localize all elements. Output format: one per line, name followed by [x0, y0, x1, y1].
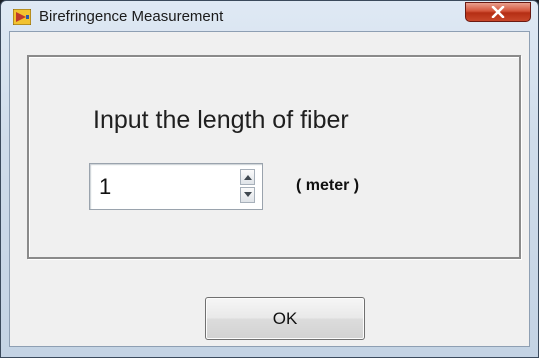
spin-down-icon: [244, 192, 252, 197]
length-prompt: Input the length of fiber: [93, 106, 349, 134]
ok-button[interactable]: OK: [205, 297, 365, 340]
length-spinner[interactable]: [240, 169, 255, 203]
increment-button[interactable]: [240, 169, 255, 185]
spin-up-icon: [244, 175, 252, 180]
decrement-button[interactable]: [240, 187, 255, 203]
unit-label: ( meter ): [296, 177, 360, 194]
fiber-length-input[interactable]: 1: [99, 174, 111, 200]
close-button[interactable]: [465, 2, 531, 22]
close-icon: [491, 6, 505, 18]
fiber-length-numeric-control[interactable]: 1: [89, 163, 263, 210]
app-icon: [12, 8, 32, 26]
title-bar[interactable]: Birefringence Measurement: [1, 1, 538, 31]
window-title: Birefringence Measurement: [39, 8, 224, 25]
input-group-box: [27, 55, 521, 259]
